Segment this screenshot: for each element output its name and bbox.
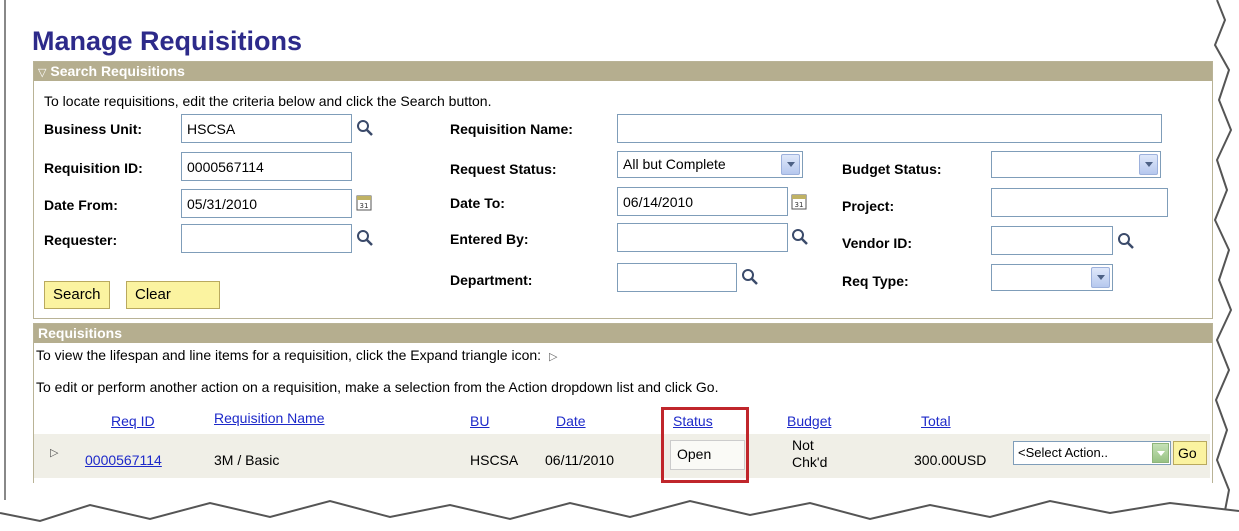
row-budget-line2: Chk'd	[792, 454, 828, 470]
budget-status-label: Budget Status:	[842, 161, 942, 177]
chevron-down-icon[interactable]	[1152, 443, 1169, 463]
vendor-id-label: Vendor ID:	[842, 235, 913, 251]
search-button[interactable]: Search	[44, 281, 110, 309]
requisition-id-field[interactable]: 0000567114	[181, 152, 352, 181]
collapse-triangle-icon[interactable]: ▽	[38, 67, 46, 79]
department-field[interactable]	[617, 263, 737, 292]
column-header-req-id[interactable]: Req ID	[111, 413, 155, 429]
expand-instructions-text: To view the lifespan and line items for …	[36, 347, 542, 363]
row-total: 300.00USD	[914, 452, 987, 468]
requisitions-panel-title: Requisitions	[38, 325, 123, 341]
vendor-id-field[interactable]	[991, 226, 1113, 255]
date-to-field[interactable]: 06/14/2010	[617, 187, 788, 216]
requester-lookup-icon[interactable]	[356, 229, 374, 247]
chevron-down-icon[interactable]	[781, 154, 800, 175]
row-bu: HSCSA	[470, 452, 519, 468]
date-from-field[interactable]: 05/31/2010	[181, 189, 352, 218]
calendar-day-text: 31	[795, 201, 804, 209]
row-requisition-name: 3M / Basic	[214, 452, 280, 468]
action-select[interactable]: <Select Action..	[1013, 441, 1171, 465]
business-unit-lookup-icon[interactable]	[356, 119, 374, 137]
row-date: 06/11/2010	[545, 452, 615, 468]
page-left-border	[4, 0, 6, 500]
calendar-day-text: 31	[360, 202, 369, 210]
date-from-calendar-icon[interactable]: 31	[356, 193, 372, 211]
clear-button[interactable]: Clear	[126, 281, 220, 309]
request-status-select[interactable]: All but Complete	[617, 151, 803, 178]
date-from-label: Date From:	[44, 197, 118, 213]
requisition-name-label: Requisition Name:	[450, 121, 573, 137]
req-type-label: Req Type:	[842, 273, 909, 289]
column-header-date[interactable]: Date	[556, 413, 586, 429]
business-unit-label: Business Unit:	[44, 121, 143, 137]
column-header-budget[interactable]: Budget	[787, 413, 831, 429]
request-status-value: All but Complete	[623, 156, 726, 172]
row-budget: Not Chk'd	[792, 437, 827, 471]
date-to-calendar-icon[interactable]: 31	[791, 192, 807, 210]
project-field[interactable]	[991, 188, 1168, 217]
entered-by-label: Entered By:	[450, 231, 529, 247]
requisition-id-label: Requisition ID:	[44, 160, 143, 176]
department-lookup-icon[interactable]	[741, 268, 759, 286]
department-label: Department:	[450, 272, 533, 288]
req-type-select[interactable]	[991, 264, 1113, 291]
business-unit-field[interactable]: HSCSA	[181, 114, 352, 143]
search-instructions: To locate requisitions, edit the criteri…	[44, 93, 492, 109]
vendor-id-lookup-icon[interactable]	[1117, 232, 1135, 250]
search-panel-title: Search Requisitions	[50, 63, 185, 79]
search-panel-header[interactable]: ▽ Search Requisitions	[34, 62, 1212, 81]
row-budget-line1: Not	[792, 437, 814, 453]
torn-edge-bottom	[0, 499, 1239, 531]
torn-edge-right	[1213, 0, 1239, 531]
entered-by-lookup-icon[interactable]	[791, 228, 809, 246]
chevron-down-icon[interactable]	[1139, 154, 1158, 175]
project-label: Project:	[842, 198, 895, 214]
column-header-requisition-name[interactable]: Requisition Name	[214, 410, 325, 426]
action-instructions: To edit or perform another action on a r…	[36, 379, 719, 395]
go-button[interactable]: Go	[1173, 441, 1207, 465]
requester-label: Requester:	[44, 232, 118, 248]
expand-row-triangle-icon[interactable]: ▷	[50, 446, 58, 459]
entered-by-field[interactable]	[617, 223, 788, 252]
column-header-total[interactable]: Total	[921, 413, 951, 429]
chevron-down-icon[interactable]	[1091, 267, 1110, 288]
expand-triangle-icon: ▷	[548, 351, 558, 363]
page-title: Manage Requisitions	[32, 26, 303, 56]
requester-field[interactable]	[181, 224, 352, 253]
requisition-name-field[interactable]	[617, 114, 1162, 143]
request-status-label: Request Status:	[450, 161, 557, 177]
action-select-value: <Select Action..	[1018, 445, 1108, 460]
requisitions-panel-header: Requisitions	[34, 324, 1212, 343]
column-header-bu[interactable]: BU	[470, 413, 489, 429]
status-highlight-box	[661, 407, 749, 483]
row-req-id-link[interactable]: 0000567114	[85, 452, 162, 468]
expand-instructions: To view the lifespan and line items for …	[36, 347, 557, 363]
date-to-label: Date To:	[450, 195, 505, 211]
budget-status-select[interactable]	[991, 151, 1161, 178]
